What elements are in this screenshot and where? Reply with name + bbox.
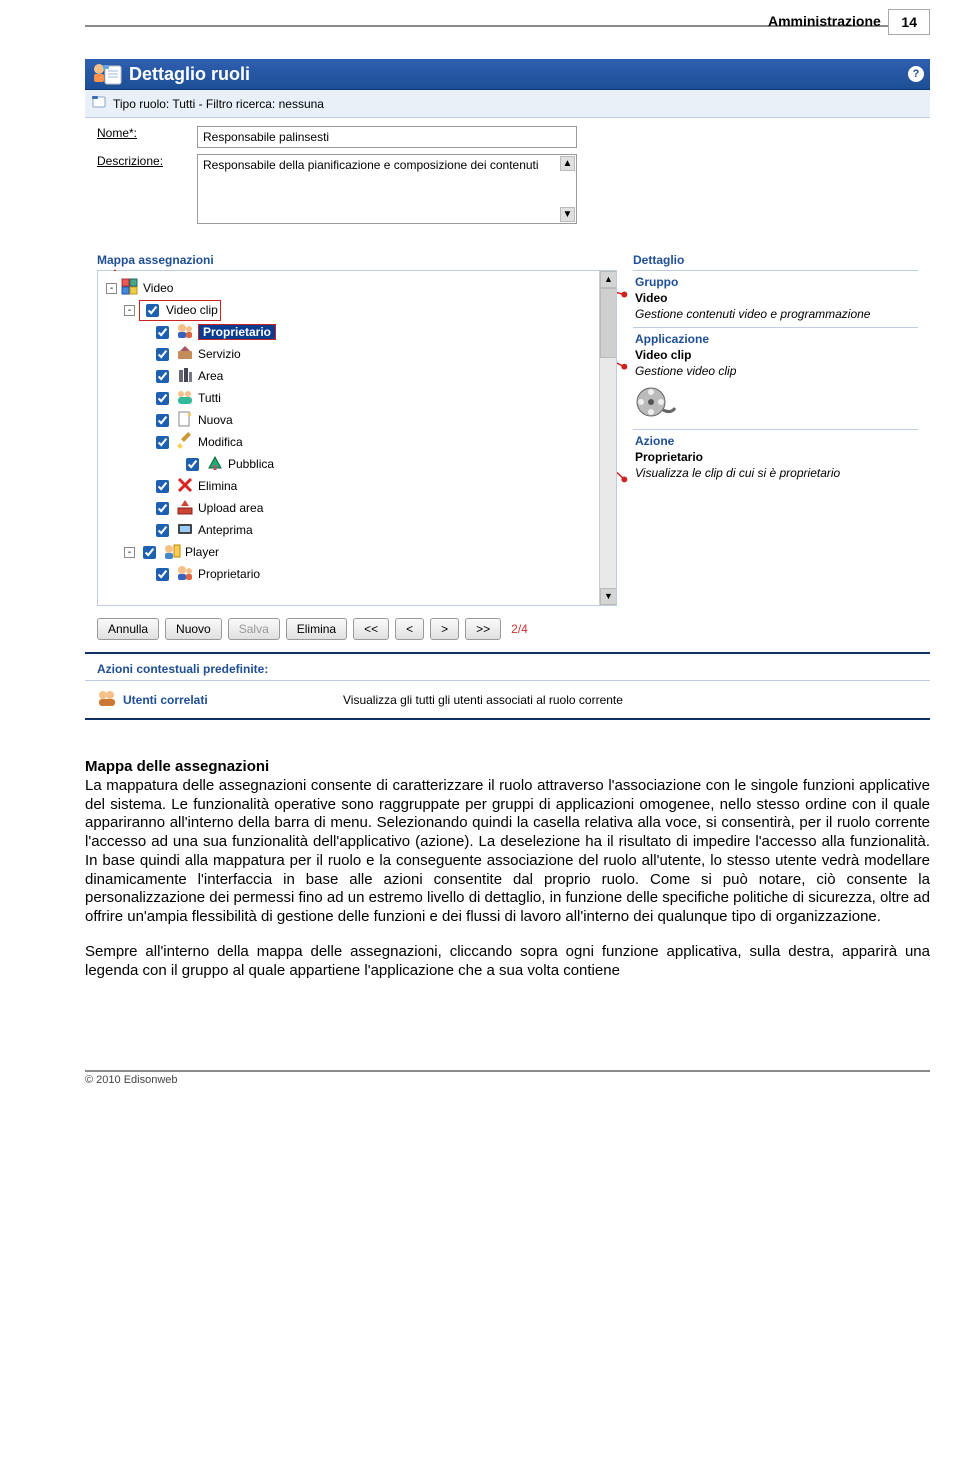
help-icon[interactable]: ? [908, 66, 924, 82]
name-label: Nome*: [97, 126, 197, 148]
tree-header: Mappa assegnazioni [97, 250, 617, 271]
tree-checkbox[interactable] [156, 348, 169, 361]
tree-node-player[interactable]: - Player [102, 541, 612, 563]
delete-icon [176, 476, 194, 497]
group-multicolor-icon [121, 278, 139, 299]
scroll-down-icon[interactable]: ▼ [600, 588, 617, 605]
salva-button[interactable]: Salva [228, 618, 280, 640]
pager-label: 2/4 [511, 622, 528, 636]
nuovo-button[interactable]: Nuovo [165, 618, 222, 640]
tree-node-anteprima[interactable]: Anteprima [102, 519, 612, 541]
owner-icon [176, 564, 194, 585]
tree-node-modifica[interactable]: Modifica [102, 431, 612, 453]
detail-header: Dettaglio [633, 250, 918, 271]
filter-bar: Tipo ruolo: Tutti - Filtro ricerca: ness… [85, 90, 930, 118]
description-textarea[interactable]: Responsabile della pianificazione e comp… [197, 154, 577, 224]
tree-checkbox[interactable] [143, 546, 156, 559]
tree-checkbox[interactable] [146, 304, 159, 317]
header-section-label: Amministrazione [768, 9, 881, 29]
body-heading: Mappa delle assegnazioni [85, 758, 269, 775]
detail-applicazione: Applicazione Video clip Gestione video c… [633, 328, 918, 430]
tree-checkbox[interactable] [186, 458, 199, 471]
expander-icon[interactable]: - [124, 547, 135, 558]
context-action-desc: Visualizza gli tutti gli utenti associat… [343, 693, 623, 707]
owner-icon [176, 322, 194, 343]
tree-node-servizio[interactable]: Servizio [102, 343, 612, 365]
tree-checkbox[interactable] [156, 568, 169, 581]
tree-checkbox[interactable] [156, 502, 169, 515]
tree-checkbox[interactable] [156, 392, 169, 405]
tree-node-video[interactable]: - Video [102, 277, 612, 299]
film-reel-icon [635, 382, 918, 423]
tree-checkbox[interactable] [156, 480, 169, 493]
new-icon [176, 410, 194, 431]
edit-icon [176, 432, 194, 453]
body-paragraph-2: Sempre all'interno della mappa delle ass… [85, 943, 930, 981]
title-bar: Dettaglio ruoli ? [85, 59, 930, 90]
copyright: © 2010 Edisonweb [85, 1074, 930, 1086]
upload-icon [176, 498, 194, 519]
page-title: Dettaglio ruoli [129, 64, 250, 85]
area-icon [176, 366, 194, 387]
users-icon [176, 388, 194, 409]
tree-node-pubblica[interactable]: Pubblica [102, 453, 612, 475]
name-input[interactable]: Responsabile palinsesti [197, 126, 577, 148]
tree-node-area[interactable]: Area [102, 365, 612, 387]
tree-node-video-clip[interactable]: - Video clip [102, 299, 612, 321]
expander-icon[interactable]: - [106, 283, 117, 294]
tree-node-nuova[interactable]: Nuova [102, 409, 612, 431]
detail-azione: Azione Proprietario Visualizza le clip d… [633, 430, 918, 486]
service-icon [176, 344, 194, 365]
elimina-button[interactable]: Elimina [286, 618, 347, 640]
tree-node-upload-area[interactable]: Upload area [102, 497, 612, 519]
page-number: 14 [888, 9, 930, 35]
role-detail-icon [91, 62, 125, 86]
tree-checkbox[interactable] [156, 524, 169, 537]
textarea-scroll-up[interactable]: ▲ [560, 156, 575, 171]
scroll-thumb[interactable] [600, 288, 617, 358]
tree-node-tutti[interactable]: Tutti [102, 387, 612, 409]
textarea-scroll-down[interactable]: ▼ [560, 207, 575, 222]
expander-icon[interactable]: - [124, 305, 135, 316]
filter-icon [91, 94, 109, 113]
tree-scrollbar[interactable]: ▲ ▼ [599, 271, 616, 605]
tree-node-elimina[interactable]: Elimina [102, 475, 612, 497]
body-paragraph-1: La mappatura delle assegnazioni consente… [85, 777, 930, 925]
prev-page-button[interactable]: < [395, 618, 424, 640]
users-related-icon [97, 689, 117, 710]
first-page-button[interactable]: << [353, 618, 389, 640]
tree-node-proprietario[interactable]: Proprietario [102, 321, 612, 343]
scroll-up-icon[interactable]: ▲ [600, 271, 617, 288]
detail-gruppo: Gruppo Video Gestione contenuti video e … [633, 271, 918, 328]
context-header: Azioni contestuali predefinite: [85, 654, 930, 681]
preview-icon [176, 520, 194, 541]
last-page-button[interactable]: >> [465, 618, 501, 640]
annulla-button[interactable]: Annulla [97, 618, 159, 640]
description-label: Descrizione: [97, 154, 197, 224]
tree-node-player-proprietario[interactable]: Proprietario [102, 563, 612, 585]
player-icon [163, 542, 181, 563]
footer-rule [85, 1070, 930, 1072]
tree-checkbox[interactable] [156, 436, 169, 449]
publish-icon [206, 454, 224, 475]
next-page-button[interactable]: > [430, 618, 459, 640]
context-action-utenti-correlati[interactable]: Utenti correlati Visualizza gli tutti gl… [85, 681, 930, 720]
app-screenshot: Dettaglio ruoli ? Tipo ruolo: Tutti - Fi… [85, 59, 930, 720]
tree-checkbox[interactable] [156, 414, 169, 427]
filter-text: Tipo ruolo: Tutti - Filtro ricerca: ness… [113, 97, 324, 111]
tree-checkbox[interactable] [156, 326, 169, 339]
tree-checkbox[interactable] [156, 370, 169, 383]
